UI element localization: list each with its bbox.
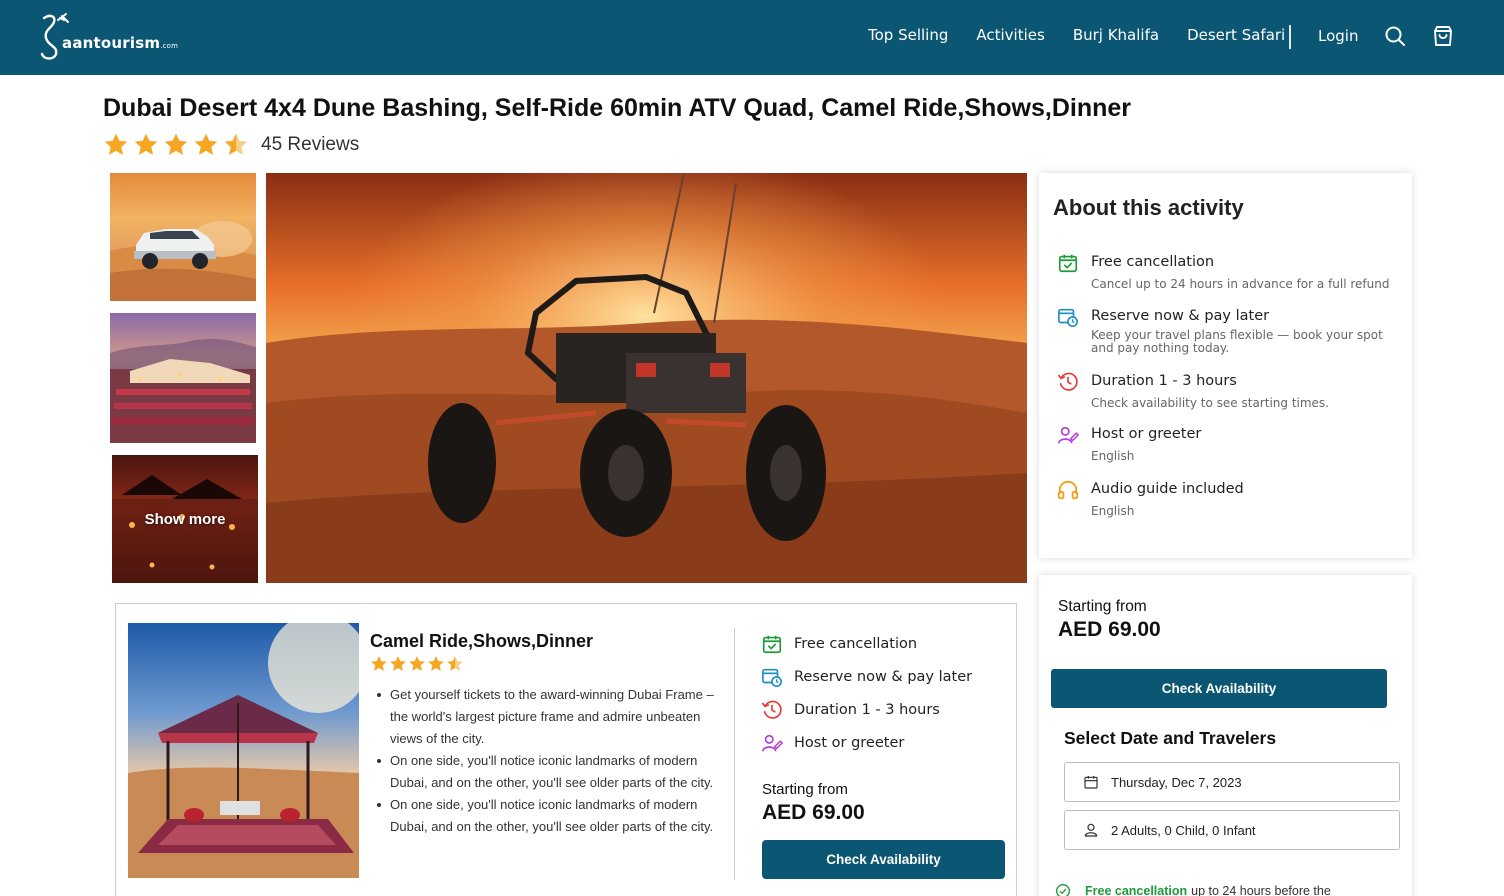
product-title: Dubai Desert 4x4 Dune Bashing, Self-Ride… bbox=[103, 94, 1132, 122]
about-activity-card: About this activity Free cancellation Ca… bbox=[1039, 173, 1412, 558]
atv-dunes-image bbox=[266, 173, 1027, 583]
booking-card: Starting from AED 69.00 Check Availabili… bbox=[1039, 575, 1412, 896]
about-title: About this activity bbox=[1053, 195, 1244, 220]
gallery-thumb-suv[interactable] bbox=[110, 173, 256, 301]
check-circle-icon bbox=[1056, 884, 1070, 896]
star-icon bbox=[371, 656, 387, 671]
package-feature-reserve-now: Reserve now & pay later bbox=[761, 666, 972, 688]
about-item-subtitle: Check availability to see starting times… bbox=[1091, 396, 1329, 410]
product-rating: 45 Reviews bbox=[103, 132, 359, 158]
about-item-subtitle: English bbox=[1091, 449, 1135, 463]
about-item-title: Reserve now & pay later bbox=[1091, 308, 1270, 324]
package-feature-label: Free cancellation bbox=[794, 636, 918, 652]
desert-tent-image bbox=[128, 623, 359, 878]
date-picker[interactable]: Thursday, Dec 7, 2023 bbox=[1064, 762, 1400, 802]
host-icon bbox=[1058, 426, 1079, 444]
about-item-subtitle: English bbox=[1091, 504, 1135, 518]
package-feature-host: Host or greeter bbox=[761, 732, 904, 754]
package-starting-label: Starting from bbox=[762, 781, 848, 798]
select-date-heading: Select Date and Travelers bbox=[1064, 728, 1277, 748]
star-icon bbox=[164, 133, 188, 155]
star-icon bbox=[390, 656, 406, 671]
package-feature-free-cancellation: Free cancellation bbox=[761, 633, 917, 655]
list-item: Get yourself tickets to the award-winnin… bbox=[374, 684, 732, 750]
clock-icon bbox=[1058, 372, 1078, 391]
hero-image[interactable] bbox=[266, 173, 1027, 583]
package-rating bbox=[370, 655, 465, 673]
calendar-check-icon bbox=[762, 635, 782, 654]
list-item: On one side, you'll notice iconic landma… bbox=[374, 750, 732, 794]
headphones-icon bbox=[1057, 480, 1079, 500]
package-feature-label: Reserve now & pay later bbox=[794, 669, 973, 685]
desert-camp-image bbox=[110, 338, 256, 443]
package-feature-duration: Duration 1 - 3 hours bbox=[761, 699, 940, 721]
package-name: Camel Ride,Shows,Dinner bbox=[370, 631, 594, 651]
search-icon[interactable] bbox=[1383, 24, 1407, 48]
half-star-icon bbox=[224, 133, 248, 155]
logo[interactable]: aantourism.com bbox=[36, 12, 178, 62]
logo-text: aantourism.com bbox=[62, 34, 179, 52]
about-item-title: Duration 1 - 3 hours bbox=[1091, 373, 1237, 389]
nav-link-top-selling[interactable]: Top Selling bbox=[868, 26, 948, 44]
show-more-label[interactable]: Show more bbox=[112, 455, 258, 583]
top-navbar: aantourism.com Top Selling Activities Bu… bbox=[0, 0, 1504, 75]
about-item-subtitle: Cancel up to 24 hours in advance for a f… bbox=[1091, 277, 1390, 291]
suv-desert-image bbox=[110, 221, 256, 301]
calendar-clock-icon bbox=[1058, 308, 1078, 327]
free-cancellation-strong: Free cancellation bbox=[1085, 884, 1188, 896]
reviews-count[interactable]: 45 Reviews bbox=[261, 134, 359, 156]
check-availability-button[interactable]: Check Availability bbox=[1051, 669, 1387, 708]
package-highlights: Get yourself tickets to the award-winnin… bbox=[374, 684, 732, 838]
booking-starting-label: Starting from bbox=[1058, 598, 1147, 615]
half-star-icon bbox=[447, 656, 463, 671]
about-item-title: Audio guide included bbox=[1091, 481, 1244, 497]
booking-free-cancellation: Free cancellation up to 24 hours before … bbox=[1055, 883, 1331, 896]
about-item-subtitle: Keep your travel plans flexible — book y… bbox=[1091, 328, 1383, 355]
star-icon bbox=[409, 656, 425, 671]
login-link[interactable]: Login bbox=[1318, 27, 1358, 45]
star-icon bbox=[428, 656, 444, 671]
list-item: On one side, you'll notice iconic landma… bbox=[374, 794, 732, 838]
gallery-thumb-show-more[interactable]: Show more bbox=[112, 455, 258, 583]
package-feature-label: Host or greeter bbox=[794, 735, 905, 751]
user-icon bbox=[1084, 823, 1098, 837]
star-icon bbox=[134, 133, 158, 155]
nav-links: Top Selling Activities Burj Khalifa Dese… bbox=[868, 26, 1313, 44]
date-value: Thursday, Dec 7, 2023 bbox=[1111, 774, 1242, 790]
travelers-picker[interactable]: 2 Adults, 0 Child, 0 Infant bbox=[1064, 810, 1400, 850]
star-icon bbox=[194, 133, 218, 155]
host-icon bbox=[762, 734, 783, 752]
package-price: AED 69.00 bbox=[762, 801, 865, 824]
calendar-clock-icon bbox=[762, 668, 782, 687]
package-image[interactable] bbox=[128, 623, 359, 878]
nav-link-activities[interactable]: Activities bbox=[976, 26, 1044, 44]
package-check-availability-button[interactable]: Check Availability bbox=[762, 840, 1005, 879]
nav-divider bbox=[1289, 25, 1291, 49]
package-feature-label: Duration 1 - 3 hours bbox=[794, 702, 940, 718]
about-item-title: Host or greeter bbox=[1091, 426, 1202, 442]
clock-icon bbox=[762, 700, 782, 719]
cart-icon[interactable] bbox=[1431, 24, 1455, 48]
travelers-value: 2 Adults, 0 Child, 0 Infant bbox=[1111, 822, 1256, 838]
package-divider bbox=[734, 628, 735, 880]
free-cancellation-rest: up to 24 hours before the bbox=[1191, 884, 1331, 896]
star-icon bbox=[104, 133, 128, 155]
gallery-thumb-camp[interactable] bbox=[110, 313, 256, 443]
calendar-icon bbox=[1084, 776, 1098, 789]
nav-link-burj-khalifa[interactable]: Burj Khalifa bbox=[1073, 26, 1159, 44]
about-item-title: Free cancellation bbox=[1091, 254, 1215, 270]
package-card: Camel Ride,Shows,Dinner Get yourself tic… bbox=[115, 603, 1017, 896]
booking-price: AED 69.00 bbox=[1058, 618, 1161, 641]
calendar-check-icon bbox=[1058, 254, 1078, 273]
nav-link-desert-safari[interactable]: Desert Safari bbox=[1187, 26, 1285, 44]
